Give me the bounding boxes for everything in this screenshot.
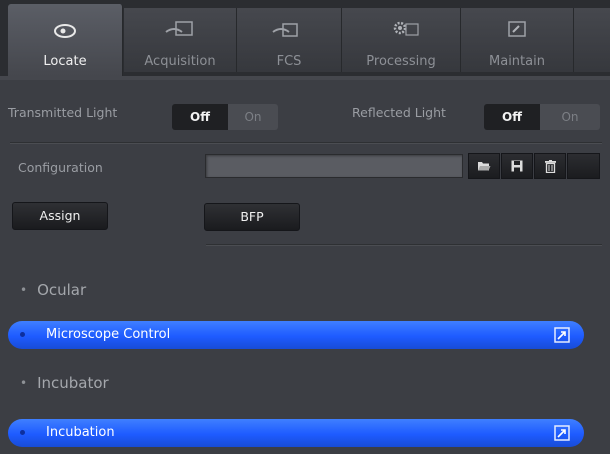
delete-icon xyxy=(544,159,556,173)
tab-bar-underline xyxy=(0,76,610,80)
microscope-control-bar[interactable]: Microscope Control xyxy=(8,321,584,349)
expand-icon: • xyxy=(20,376,28,390)
gear-icon xyxy=(393,21,419,36)
reflected-light-on-button[interactable]: On xyxy=(540,104,600,130)
ocular-group-header[interactable]: • Ocular xyxy=(20,281,86,299)
reflected-light-off-button[interactable]: Off xyxy=(484,104,540,130)
delete-configuration-button[interactable] xyxy=(534,153,566,179)
bfp-button[interactable]: BFP xyxy=(204,203,300,231)
fcs-icon xyxy=(272,23,298,37)
microscope-control-label: Microscope Control xyxy=(46,327,171,342)
bullet-icon xyxy=(20,332,25,337)
tab-acquisition[interactable]: Acquisition xyxy=(124,8,237,72)
undock-icon[interactable] xyxy=(554,327,570,343)
tab-overflow[interactable] xyxy=(574,8,610,72)
incubation-bar[interactable]: Incubation xyxy=(8,419,584,447)
tab-fcs[interactable]: FCS xyxy=(237,8,342,72)
eye-icon xyxy=(54,24,76,38)
tab-bar: Locate Acquisition FCS Processing Mainta… xyxy=(0,0,610,80)
undock-icon[interactable] xyxy=(554,425,570,441)
transmitted-light-off-button[interactable]: Off xyxy=(172,104,228,130)
tab-label: Acquisition xyxy=(144,54,216,69)
tab-label: FCS xyxy=(276,54,302,69)
reflected-light-label: Reflected Light xyxy=(352,105,446,120)
locate-panel: Locate Acquisition FCS Processing Mainta… xyxy=(0,0,610,454)
tab-processing[interactable]: Processing xyxy=(342,8,461,72)
acquisition-icon xyxy=(165,21,193,36)
configuration-extra-button[interactable] xyxy=(567,153,600,179)
assign-button[interactable]: Assign xyxy=(12,202,108,230)
tab-label: Maintain xyxy=(489,54,545,69)
maintain-icon xyxy=(508,21,526,37)
transmitted-light-toggle: Off On xyxy=(172,104,278,130)
open-folder-icon xyxy=(478,162,491,171)
transmitted-light-label: Transmitted Light xyxy=(8,105,118,120)
bullet-icon xyxy=(20,430,25,435)
tab-label: Processing xyxy=(366,54,436,69)
transmitted-light-on-button[interactable]: On xyxy=(228,104,278,130)
save-icon xyxy=(511,160,523,172)
expand-icon: • xyxy=(20,283,28,297)
tab-label: Locate xyxy=(43,54,87,69)
ocular-group-label: Ocular xyxy=(37,281,87,299)
divider xyxy=(206,244,602,246)
incubation-label: Incubation xyxy=(46,425,115,440)
incubator-group-label: Incubator xyxy=(37,374,109,392)
configuration-field[interactable] xyxy=(205,154,463,178)
tab-locate[interactable]: Locate xyxy=(8,4,123,76)
save-configuration-button[interactable] xyxy=(501,153,533,179)
configuration-label: Configuration xyxy=(18,160,103,175)
tab-maintain[interactable]: Maintain xyxy=(461,8,574,72)
divider xyxy=(10,142,602,144)
reflected-light-toggle: Off On xyxy=(484,104,600,130)
open-configuration-button[interactable] xyxy=(468,153,500,179)
incubator-group-header[interactable]: • Incubator xyxy=(20,374,109,392)
